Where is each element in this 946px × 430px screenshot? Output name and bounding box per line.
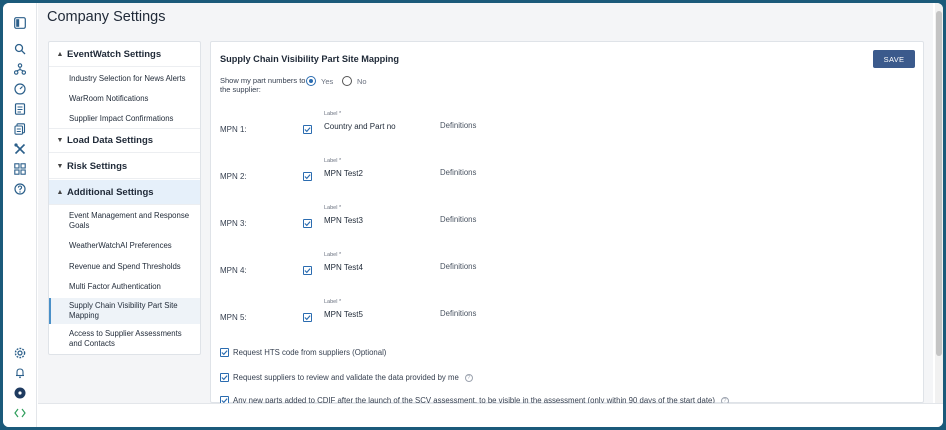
notification-bell-icon[interactable] xyxy=(12,365,28,381)
tools-icon[interactable] xyxy=(12,141,28,157)
radio-yes[interactable] xyxy=(306,76,316,86)
user-avatar-icon[interactable] xyxy=(12,385,28,401)
definitions-link[interactable]: Definitions xyxy=(440,262,476,271)
section-risk-settings[interactable]: ▼ Risk Settings xyxy=(49,154,200,179)
field-small-label: Label * xyxy=(324,111,342,117)
mpn-label: MPN 2: xyxy=(220,172,247,181)
radio-no-label: No xyxy=(357,77,367,86)
settings-card: Supply Chain Visibility Part Site Mappin… xyxy=(210,41,924,405)
field-small-label: Label * xyxy=(324,158,342,164)
section-additional-settings[interactable]: ▲ Additional Settings xyxy=(49,180,200,205)
section-load-data-settings[interactable]: ▼ Load Data Settings xyxy=(49,128,200,153)
nav-item-industry-selection[interactable]: Industry Selection for News Alerts xyxy=(49,70,200,88)
card-title: Supply Chain Visibility Part Site Mappin… xyxy=(220,54,400,64)
settings-gear-icon[interactable] xyxy=(12,345,28,361)
section-eventwatch-settings[interactable]: ▲ EventWatch Settings xyxy=(49,42,200,67)
page-title: Company Settings xyxy=(47,9,166,25)
review-validate-option: Request suppliers to review and validate… xyxy=(233,373,473,382)
search-icon[interactable] xyxy=(12,41,28,57)
mpn-checkbox[interactable] xyxy=(303,125,312,134)
code-icon[interactable] xyxy=(12,405,28,421)
hts-code-checkbox[interactable] xyxy=(220,348,229,357)
mpn-value-field[interactable]: MPN Test5 xyxy=(324,310,363,319)
definitions-link[interactable]: Definitions xyxy=(440,215,476,224)
help-icon[interactable]: ? xyxy=(464,373,473,382)
dashboard-gauge-icon[interactable] xyxy=(12,81,28,97)
review-validate-label: Request suppliers to review and validate… xyxy=(233,373,459,382)
show-part-numbers-label: Show my part numbers to the supplier: xyxy=(220,76,306,94)
main-area: Company Settings ▲ EventWatch Settings I… xyxy=(38,3,933,405)
field-small-label: Label * xyxy=(324,252,342,258)
nav-item-weatherwatchai[interactable]: WeatherWatchAI Preferences xyxy=(49,237,200,255)
grid-icon[interactable] xyxy=(12,161,28,177)
section-label: Load Data Settings xyxy=(67,135,154,146)
mpn-checkbox[interactable] xyxy=(303,313,312,322)
settings-nav: ▲ EventWatch Settings Industry Selection… xyxy=(48,41,201,355)
bottom-bar xyxy=(38,403,943,427)
nav-item-multi-factor-auth[interactable]: Multi Factor Authentication xyxy=(49,278,200,296)
radio-yes-label: Yes xyxy=(321,77,334,86)
mpn-label: MPN 3: xyxy=(220,219,247,228)
report-icon[interactable] xyxy=(12,121,28,137)
definitions-link[interactable]: Definitions xyxy=(440,121,476,130)
sidebar-toggle-icon[interactable] xyxy=(12,15,28,31)
hts-code-label: Request HTS code from suppliers (Optiona… xyxy=(233,348,387,357)
nav-item-revenue-thresholds[interactable]: Revenue and Spend Thresholds xyxy=(49,258,200,276)
section-label: EventWatch Settings xyxy=(67,48,162,60)
help-icon[interactable] xyxy=(12,181,28,197)
mpn-checkbox[interactable] xyxy=(303,266,312,275)
mpn-label: MPN 4: xyxy=(220,266,247,275)
app-window: Company Settings ▲ EventWatch Settings I… xyxy=(3,3,943,427)
document-icon[interactable] xyxy=(12,101,28,117)
section-label: Additional Settings xyxy=(67,186,154,198)
network-icon[interactable] xyxy=(12,61,28,77)
mpn-checkbox[interactable] xyxy=(303,172,312,181)
chevron-down-icon: ▼ xyxy=(56,137,64,144)
nav-item-supplier-impact[interactable]: Supplier Impact Confirmations xyxy=(49,110,200,128)
scrollbar-thumb[interactable] xyxy=(936,11,942,356)
mpn-checkbox[interactable] xyxy=(303,219,312,228)
chevron-up-icon: ▲ xyxy=(56,50,64,58)
radio-no[interactable] xyxy=(342,76,352,86)
mpn-value-field[interactable]: MPN Test2 xyxy=(324,169,363,178)
chevron-down-icon: ▼ xyxy=(56,162,64,170)
definitions-link[interactable]: Definitions xyxy=(440,309,476,318)
nav-item-warroom-notifications[interactable]: WarRoom Notifications xyxy=(49,90,200,108)
mpn-label: MPN 1: xyxy=(220,125,247,134)
mpn-value-field[interactable]: MPN Test4 xyxy=(324,263,363,272)
mpn-label: MPN 5: xyxy=(220,313,247,322)
left-rail xyxy=(3,3,37,427)
definitions-link[interactable]: Definitions xyxy=(440,168,476,177)
nav-item-supplier-assessments[interactable]: Access to Supplier Assessments and Conta… xyxy=(49,328,200,350)
nav-item-event-management[interactable]: Event Management and Response Goals xyxy=(49,210,200,232)
nav-item-scv-part-site-mapping[interactable]: Supply Chain Visibility Part Site Mappin… xyxy=(49,298,200,324)
mpn-value-field[interactable]: MPN Test3 xyxy=(324,216,363,225)
field-small-label: Label * xyxy=(324,299,342,305)
field-small-label: Label * xyxy=(324,205,342,211)
save-button[interactable]: SAVE xyxy=(873,50,915,68)
section-label: Risk Settings xyxy=(67,160,128,172)
chevron-up-icon: ▲ xyxy=(56,188,64,196)
mpn-value-field[interactable]: Country and Part no xyxy=(324,122,396,131)
review-validate-checkbox[interactable] xyxy=(220,373,229,382)
